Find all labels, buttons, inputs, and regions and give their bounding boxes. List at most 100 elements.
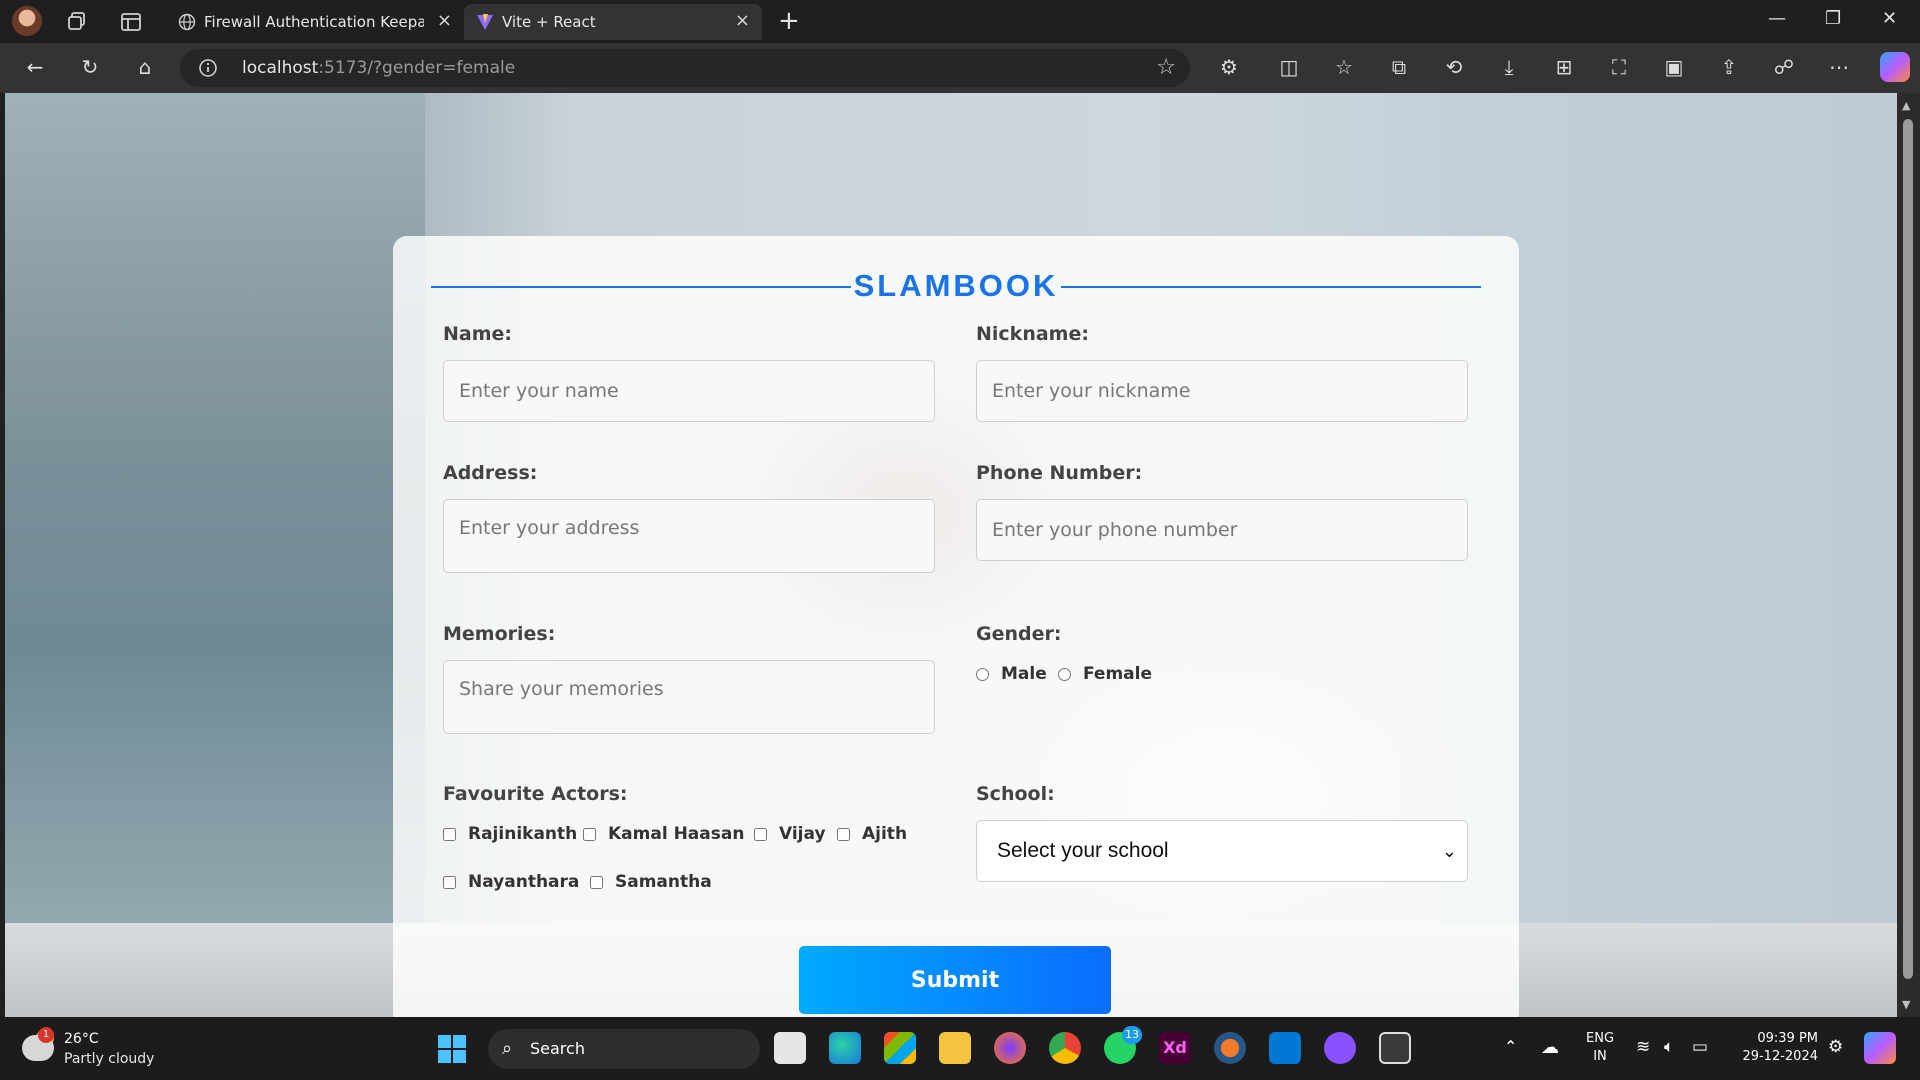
firefox-icon[interactable] bbox=[994, 1032, 1026, 1064]
gender-option-male[interactable]: Male bbox=[976, 664, 1047, 684]
globe-icon bbox=[178, 13, 196, 31]
actor-samantha-checkbox[interactable] bbox=[590, 875, 603, 889]
github-desktop-icon[interactable] bbox=[1324, 1032, 1356, 1064]
address-label: Address: bbox=[443, 462, 538, 484]
phone-input[interactable] bbox=[976, 499, 1468, 561]
gender-label: Gender: bbox=[976, 623, 1062, 645]
submit-button[interactable]: Submit bbox=[799, 946, 1111, 1014]
actor-option-rajinikanth[interactable]: Rajinikanth bbox=[443, 824, 577, 844]
url-text[interactable]: localhost:5173/?gender=female bbox=[242, 58, 515, 78]
minimize-icon[interactable]: — bbox=[1768, 8, 1786, 29]
profile-avatar[interactable] bbox=[12, 6, 42, 36]
nickname-input[interactable] bbox=[976, 360, 1468, 422]
copilot-icon[interactable] bbox=[1880, 52, 1910, 82]
adobe-xd-icon[interactable]: Xd bbox=[1159, 1032, 1191, 1064]
slambook-form: SLAMBOOK Name: Nickname: Address: Phone … bbox=[393, 236, 1519, 1017]
wifi-icon[interactable]: ≋ bbox=[1636, 1037, 1650, 1057]
tab-vite-react[interactable]: Vite + React × bbox=[464, 4, 762, 40]
school-selected-value: Select your school bbox=[997, 839, 1169, 862]
scrollbar-thumb[interactable] bbox=[1903, 119, 1913, 979]
close-window-icon[interactable]: ✕ bbox=[1882, 8, 1897, 29]
share-icon[interactable]: ⇪ bbox=[1716, 54, 1742, 80]
weather-widget[interactable]: 1 26°C Partly cloudy bbox=[22, 1027, 222, 1069]
browser-toolbar: ← ↻ ⌂ localhost:5173/?gender=female ☆ ⚙ … bbox=[0, 43, 1920, 93]
scroll-up-arrow-icon[interactable]: ▲ bbox=[1902, 99, 1910, 112]
restore-icon[interactable]: ❐ bbox=[1825, 8, 1841, 29]
actor-nayanthara-checkbox[interactable] bbox=[443, 875, 456, 889]
address-bar[interactable]: localhost:5173/?gender=female ☆ bbox=[180, 49, 1190, 87]
name-label: Name: bbox=[443, 323, 513, 345]
windows-start-icon[interactable] bbox=[436, 1033, 468, 1065]
tab-title: Vite + React bbox=[502, 13, 596, 31]
task-view-icon[interactable] bbox=[774, 1032, 806, 1064]
actor-ajith-checkbox[interactable] bbox=[837, 827, 850, 841]
input-language[interactable]: ENG IN bbox=[1586, 1030, 1614, 1066]
settings-gear-icon[interactable]: ⚙ bbox=[1828, 1037, 1843, 1057]
split-screen-icon[interactable]: ◫ bbox=[1276, 54, 1302, 80]
terminal-icon[interactable] bbox=[1379, 1032, 1411, 1064]
actor-option-ajith[interactable]: Ajith bbox=[837, 824, 907, 844]
more-options-icon[interactable]: ⋯ bbox=[1826, 54, 1852, 80]
vertical-tabs-icon[interactable] bbox=[118, 9, 144, 35]
chrome-icon[interactable] bbox=[1049, 1032, 1081, 1064]
clock-time: 09:39 PM bbox=[1757, 1031, 1818, 1046]
close-tab-icon[interactable]: × bbox=[735, 10, 750, 31]
favorites-icon[interactable]: ☆ bbox=[1331, 54, 1357, 80]
actor-option-nayanthara[interactable]: Nayanthara bbox=[443, 872, 579, 892]
taskbar-search[interactable]: ⌕ Search bbox=[488, 1029, 760, 1069]
gender-option-female[interactable]: Female bbox=[1058, 664, 1152, 684]
history-icon[interactable]: ⟲ bbox=[1441, 54, 1467, 80]
file-explorer-icon[interactable] bbox=[939, 1032, 971, 1064]
memories-textarea[interactable] bbox=[443, 660, 935, 734]
school-select[interactable]: Select your school ⌄ bbox=[976, 820, 1468, 882]
name-input[interactable] bbox=[443, 360, 935, 422]
new-tab-icon[interactable]: + bbox=[778, 6, 800, 36]
favorite-star-icon[interactable]: ☆ bbox=[1156, 55, 1176, 80]
vscode-icon[interactable] bbox=[1269, 1032, 1301, 1064]
region-code: IN bbox=[1593, 1049, 1607, 1064]
actor-label: Vijay bbox=[779, 824, 826, 844]
url-host: localhost bbox=[242, 58, 319, 78]
weather-temperature: 26°C bbox=[64, 1031, 99, 1047]
volume-icon[interactable]: 🔈︎ bbox=[1664, 1037, 1674, 1057]
edge-browser-icon[interactable] bbox=[829, 1032, 861, 1064]
system-clock[interactable]: 09:39 PM 29-12-2024 bbox=[1738, 1030, 1818, 1066]
show-hidden-icons-chevron-icon[interactable]: ⌃ bbox=[1504, 1037, 1517, 1056]
feedback-icon[interactable]: ☍ bbox=[1771, 54, 1797, 80]
apps-icon[interactable]: ⊞ bbox=[1551, 54, 1577, 80]
gender-female-radio[interactable] bbox=[1058, 667, 1071, 681]
sidebar-icon[interactable]: ▣ bbox=[1661, 54, 1687, 80]
actor-kamal-haasan-checkbox[interactable] bbox=[583, 827, 596, 841]
downloads-icon[interactable]: ⤓ bbox=[1496, 54, 1522, 80]
page-scrollbar[interactable]: ▲ ▼ bbox=[1897, 93, 1920, 1017]
whatsapp-icon[interactable]: 13 bbox=[1104, 1026, 1142, 1064]
actor-label: Ajith bbox=[862, 824, 908, 844]
actor-rajinikanth-checkbox[interactable] bbox=[443, 827, 456, 841]
actor-label: Nayanthara bbox=[468, 872, 580, 892]
actor-vijay-checkbox[interactable] bbox=[754, 827, 767, 841]
gender-female-label: Female bbox=[1083, 664, 1152, 684]
collections-icon[interactable]: ⧉ bbox=[1386, 54, 1412, 80]
actor-option-kamal-haasan[interactable]: Kamal Haasan bbox=[583, 824, 744, 844]
battery-icon[interactable]: ▭ bbox=[1692, 1037, 1708, 1057]
site-info-icon[interactable] bbox=[198, 58, 218, 78]
onedrive-cloud-icon[interactable]: ☁ bbox=[1541, 1037, 1559, 1058]
back-arrow-icon[interactable]: ← bbox=[22, 54, 48, 80]
address-textarea[interactable] bbox=[443, 499, 935, 573]
actor-option-vijay[interactable]: Vijay bbox=[754, 824, 826, 844]
home-icon[interactable]: ⌂ bbox=[132, 54, 158, 80]
copilot-taskbar-icon[interactable] bbox=[1864, 1032, 1896, 1064]
extensions-icon[interactable]: ⚙ bbox=[1216, 54, 1242, 80]
actors-label: Favourite Actors: bbox=[443, 783, 628, 805]
tab-firewall-authentication[interactable]: Firewall Authentication Keepalive × bbox=[166, 4, 462, 40]
actor-option-samantha[interactable]: Samantha bbox=[590, 872, 712, 892]
blender-icon[interactable] bbox=[1214, 1032, 1246, 1064]
windows-taskbar: 1 26°C Partly cloudy ⌕ Search 13 Xd ⌃ ☁ … bbox=[0, 1017, 1920, 1080]
screenshot-icon[interactable]: ⛶ bbox=[1606, 54, 1632, 80]
workspaces-icon[interactable] bbox=[64, 9, 90, 35]
gender-male-radio[interactable] bbox=[976, 667, 989, 681]
close-tab-icon[interactable]: × bbox=[437, 10, 452, 31]
refresh-icon[interactable]: ↻ bbox=[77, 54, 103, 80]
microsoft-store-icon[interactable] bbox=[884, 1032, 916, 1064]
scroll-down-arrow-icon[interactable]: ▼ bbox=[1902, 998, 1910, 1011]
